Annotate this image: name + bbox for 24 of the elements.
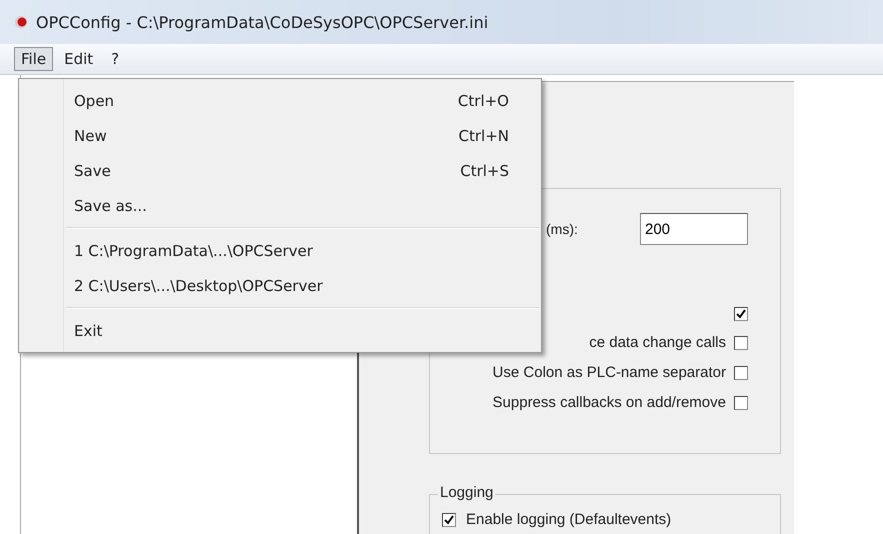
menu-entry[interactable]: 2 C:\Users\...\Desktop\OPCServer	[19, 268, 541, 303]
group-title: Logging	[438, 484, 496, 501]
option-label: Use Colon as PLC-name separator	[492, 364, 726, 381]
interval-label: (ms):	[546, 221, 578, 237]
menu-entry[interactable]: Open Ctrl+O	[19, 83, 541, 118]
interval-field[interactable]: 200	[640, 213, 748, 245]
menu-item[interactable]: ?	[104, 47, 126, 71]
menu-entry[interactable]: 1 C:\ProgramData\...\OPCServer	[19, 233, 541, 268]
option-label: ce data change calls	[589, 334, 726, 351]
checkbox[interactable]	[442, 512, 456, 526]
option-label: Suppress callbacks on add/remove	[492, 394, 726, 411]
menu-entry[interactable]: Save as...	[19, 188, 541, 223]
menu-entry[interactable]: Save Ctrl+S	[19, 153, 541, 188]
checkbox[interactable]	[734, 396, 748, 410]
menu-entry[interactable]: New Ctrl+N	[19, 118, 541, 153]
option-label: Enable logging (Defaultevents)	[466, 511, 672, 528]
menu-item[interactable]: Edit	[57, 47, 100, 71]
menu-item[interactable]: File	[14, 47, 54, 71]
menu-entry[interactable]: Exit	[19, 313, 541, 348]
checkbox[interactable]	[734, 366, 748, 380]
checkbox[interactable]	[734, 336, 748, 350]
app-icon	[14, 15, 28, 29]
window-title: OPCConfig - C:\ProgramData\CoDeSysOPC\OPCServer.ini	[36, 12, 488, 32]
checkbox[interactable]	[734, 307, 748, 321]
